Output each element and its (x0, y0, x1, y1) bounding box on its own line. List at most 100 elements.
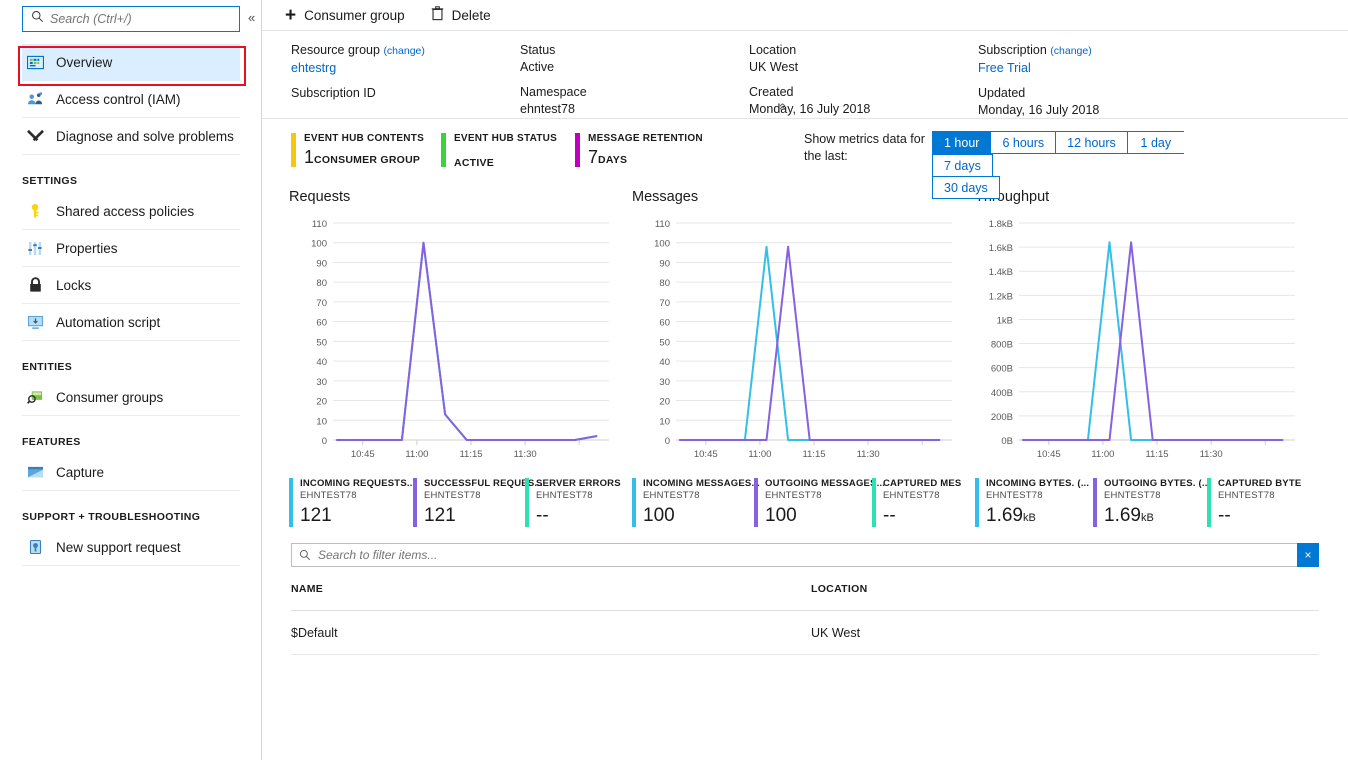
resource-info-column: Subscription (change) Free Trial Updated… (978, 42, 1238, 127)
svg-text:80: 80 (316, 278, 327, 289)
status-strip: EVENT HUB CONTENTS 1CONSUMER GROUP EVENT… (262, 119, 1348, 199)
svg-text:0B: 0B (1001, 436, 1013, 447)
column-header-location[interactable]: LOCATION (811, 583, 1211, 595)
sidebar-group-entities-title: ENTITIES (22, 361, 73, 373)
resource-group-label: Resource group (291, 43, 380, 57)
location-label: Location (749, 43, 797, 57)
svg-text:70: 70 (659, 298, 670, 309)
sidebar-item-label: Consumer groups (56, 389, 164, 405)
sidebar-item-locks[interactable]: Locks (22, 267, 240, 304)
namespace-field: Namespace ehntest78 (520, 84, 749, 118)
legend-item[interactable]: INCOMING MESSAGES... EHNTEST78 100 (632, 478, 760, 527)
svg-text:11:00: 11:00 (405, 449, 428, 460)
table-row[interactable]: $Default UK West (291, 611, 1319, 655)
svg-text:100: 100 (311, 239, 327, 250)
svg-text:20: 20 (316, 397, 327, 408)
legend-color-swatch (975, 478, 979, 527)
svg-text:600B: 600B (991, 364, 1013, 375)
collapse-essentials-icon[interactable]: « (776, 103, 791, 110)
search-box[interactable] (22, 6, 240, 32)
sidebar-item-automation-script[interactable]: Automation script (22, 304, 240, 341)
chart-plot-throughput[interactable]: 0B 200B 400B 600B 800B 1kB 1.2kB 1.4kB 1.6kB 1.8k… (975, 215, 1305, 470)
legend-color-swatch (413, 478, 417, 527)
svg-text:11:00: 11:00 (748, 449, 771, 460)
legend-unit: kB (1022, 512, 1036, 524)
sidebar: « Overview (0, 0, 262, 760)
legend-item[interactable]: SUCCESSFUL REQUES... EHNTEST78 121 (413, 478, 543, 527)
legend-color-swatch (632, 478, 636, 527)
legend-value: -- (1218, 505, 1231, 526)
legend-item[interactable]: OUTGOING BYTES. (... EHNTEST78 1.69kB (1093, 478, 1210, 527)
subscription-value[interactable]: Free Trial (978, 60, 1238, 77)
automation-script-icon (22, 315, 48, 330)
time-range-7-days[interactable]: 7 days (932, 154, 993, 177)
legend-resource-name: EHNTEST78 (300, 490, 357, 501)
metric-picker-label: Show metrics data for the last: (804, 132, 925, 163)
sidebar-search-row: « (0, 0, 261, 40)
time-range-1-day[interactable]: 1 day (1126, 131, 1184, 154)
time-range-6-hours[interactable]: 6 hours (990, 131, 1056, 154)
sidebar-item-label: Capture (56, 464, 105, 480)
sidebar-item-overview[interactable]: Overview (22, 44, 240, 81)
legend-resource-name: EHNTEST78 (986, 490, 1043, 501)
resource-group-value[interactable]: ehtestrg (291, 60, 520, 77)
legend-item[interactable]: CAPTURED MES EHNTEST78 -- (872, 478, 961, 527)
legend-metric-name: OUTGOING MESSAGES... (765, 478, 886, 489)
legend-item[interactable]: INCOMING REQUESTS... EHNTEST78 121 (289, 478, 416, 527)
time-range-1-hour[interactable]: 1 hour (932, 131, 991, 154)
delete-button[interactable]: Delete (431, 6, 491, 24)
resource-group-change-link[interactable]: (change) (383, 45, 424, 57)
filter-bar[interactable]: × (291, 543, 1319, 567)
legend-resource-name: EHNTEST78 (536, 490, 593, 501)
legend-resource-name: EHNTEST78 (1104, 490, 1161, 501)
cell-location: UK West (811, 625, 861, 640)
legend-item[interactable]: SERVER ERRORS EHNTEST78 -- (525, 478, 621, 527)
status-tile-title: MESSAGE RETENTION (588, 133, 703, 144)
sidebar-item-new-support-request[interactable]: New support request (22, 529, 240, 566)
svg-text:11:15: 11:15 (459, 449, 482, 460)
sidebar-item-diagnose[interactable]: Diagnose and solve problems (22, 118, 240, 155)
legend-item[interactable]: INCOMING BYTES. (... EHNTEST78 1.69kB (975, 478, 1093, 527)
status-tile-status: EVENT HUB STATUS ACTIVE (441, 133, 575, 171)
consumer-groups-table: NAME LOCATION $Default UK West (291, 567, 1319, 655)
sidebar-item-access-control[interactable]: Access control (IAM) (22, 81, 240, 118)
svg-text:40: 40 (316, 357, 327, 368)
svg-text:110: 110 (312, 219, 327, 230)
resource-info-column: Resource group (change) ehtestrg Subscri… (291, 42, 520, 127)
sidebar-item-consumer-groups[interactable]: Consumer groups (22, 379, 240, 416)
legend-metric-name: INCOMING REQUESTS... (300, 478, 416, 489)
sidebar-item-shared-access-policies[interactable]: Shared access policies (22, 193, 240, 230)
legend-item[interactable]: OUTGOING MESSAGES... EHNTEST78 100 (754, 478, 885, 527)
column-header-name[interactable]: NAME (291, 583, 811, 595)
svg-text:80: 80 (659, 278, 670, 289)
collapse-sidebar-icon[interactable]: « (248, 11, 255, 24)
sidebar-item-label: Properties (56, 240, 118, 256)
status-tile-value: 7 (588, 147, 599, 167)
legend-resource-name: EHNTEST78 (883, 490, 940, 501)
chart-plot-messages[interactable]: 0 10 20 30 40 50 60 70 80 90 100 110 10:45 11:00 11:15… (632, 215, 962, 470)
time-range-30-days[interactable]: 30 days (932, 176, 1000, 199)
clear-filter-button[interactable]: × (1297, 543, 1319, 567)
add-consumer-group-button[interactable]: + Consumer group (285, 6, 405, 25)
status-tile-bar (441, 133, 446, 167)
svg-text:110: 110 (655, 219, 670, 230)
svg-text:40: 40 (659, 357, 670, 368)
updated-value: Monday, 16 July 2018 (978, 103, 1100, 117)
search-input[interactable] (50, 12, 220, 26)
sidebar-item-capture[interactable]: Capture (22, 454, 240, 491)
command-toolbar: + Consumer group Delete (262, 0, 1348, 31)
chart-plot-requests[interactable]: 0 10 20 30 40 50 60 70 80 90 100 110 10:45 11:00 11:15… (289, 215, 619, 470)
status-tile-unit: DAYS (598, 154, 628, 166)
chart-card-messages: Messages 0 10 20 30 40 50 60 70 80 90 100 110 10:45 1… (632, 187, 975, 527)
filter-input[interactable] (316, 544, 1297, 566)
time-range-12-hours[interactable]: 12 hours (1055, 131, 1127, 154)
subscription-change-link[interactable]: (change) (1050, 45, 1091, 57)
access-control-icon (22, 91, 48, 107)
legend-item[interactable]: CAPTURED BYTE EHNTEST78 -- (1207, 478, 1301, 527)
created-label: Created (749, 85, 794, 99)
legend-metric-name: INCOMING BYTES. (... (986, 478, 1090, 489)
legend-resource-name: EHNTEST78 (1218, 490, 1275, 501)
svg-text:400B: 400B (991, 388, 1013, 399)
sidebar-item-properties[interactable]: Properties (22, 230, 240, 267)
svg-text:30: 30 (316, 377, 327, 388)
